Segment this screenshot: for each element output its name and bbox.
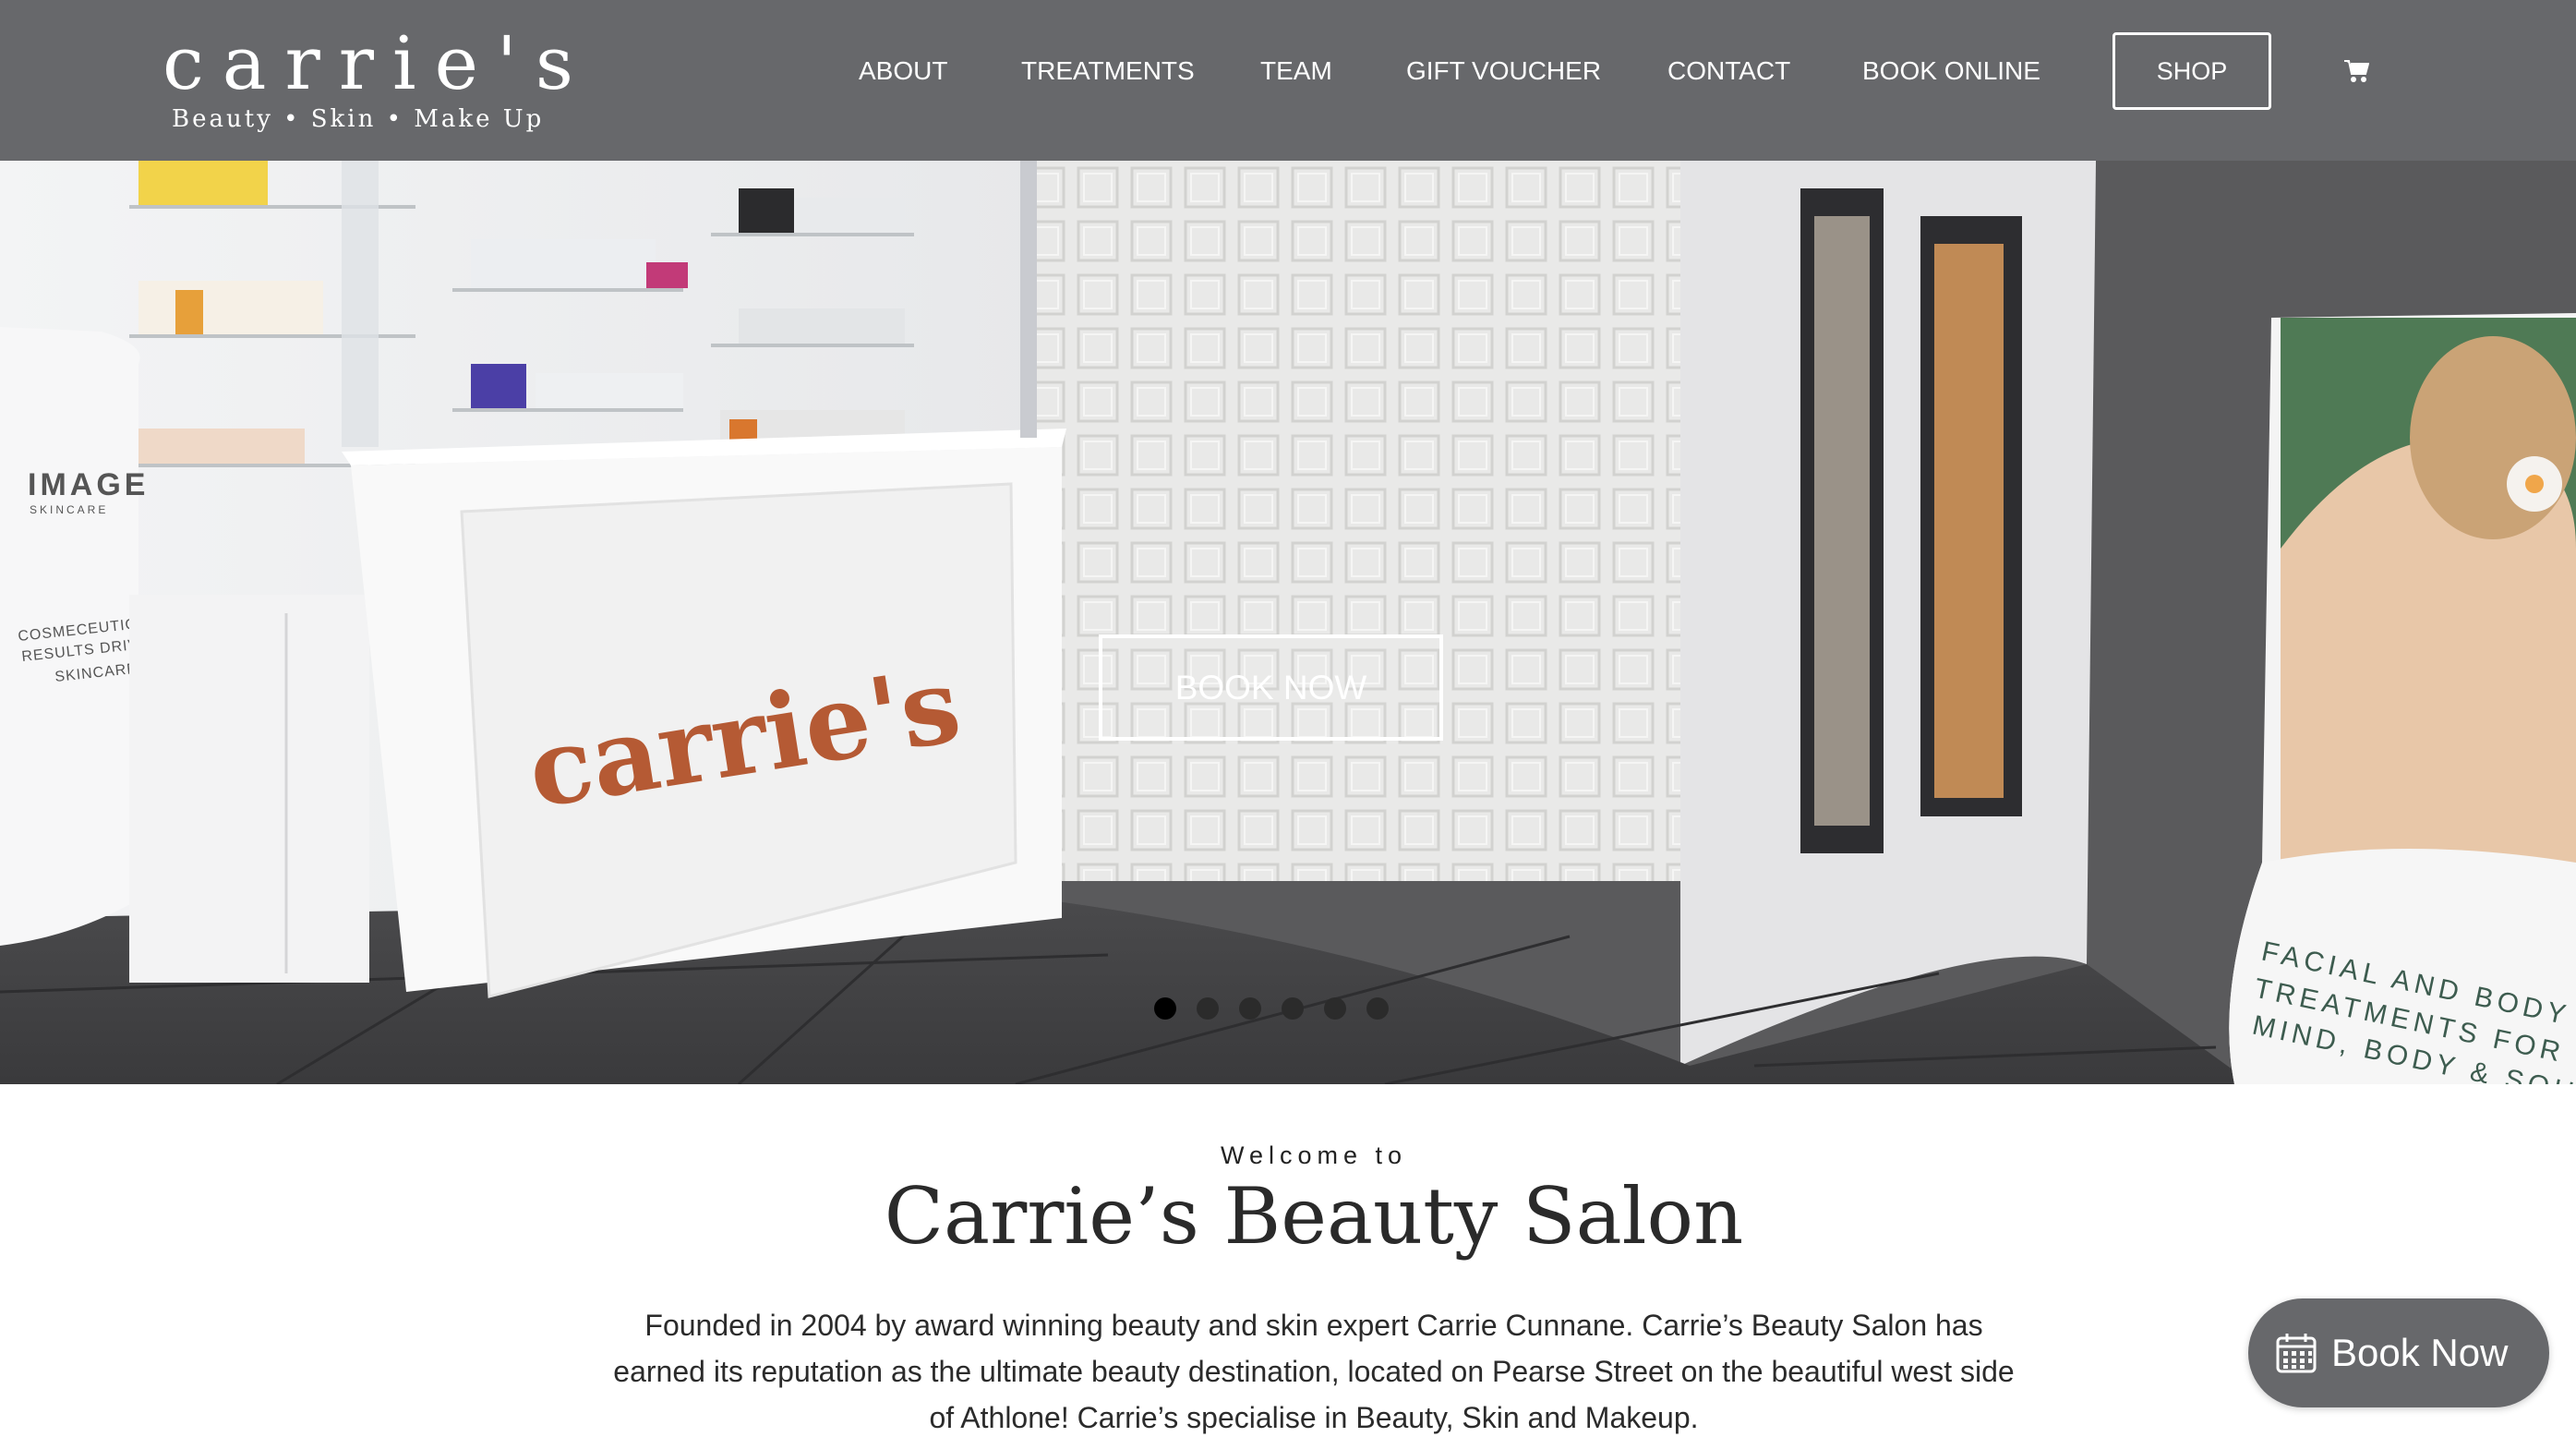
welcome-kicker: Welcome to [1220, 1141, 1408, 1169]
site-header: carrie's Beauty • Skin • Make Up ABOUT T… [0, 0, 2576, 161]
nav-treatments[interactable]: TREATMENTS [1021, 55, 1195, 87]
slider-dot-6[interactable] [1366, 997, 1389, 1020]
shop-button[interactable]: SHOP [2113, 32, 2271, 110]
nav-contact[interactable]: CONTACT [1667, 55, 1790, 87]
floating-book-now-button[interactable]: Book Now [2248, 1298, 2549, 1407]
slider-dot-3[interactable] [1239, 997, 1261, 1020]
calendar-icon [2276, 1334, 2317, 1373]
nav-team[interactable]: TEAM [1260, 55, 1332, 87]
nav-book-online[interactable]: BOOK ONLINE [1862, 55, 2040, 87]
logo[interactable]: carrie's Beauty • Skin • Make Up [163, 13, 573, 151]
nav-gift-voucher[interactable]: GIFT VOUCHER [1406, 55, 1601, 87]
page-title: Carrie’s Beauty Salon [884, 1171, 1744, 1262]
logo-wordmark: carrie's [163, 20, 592, 106]
hero-sign-skincare: SKINCARE [30, 503, 108, 516]
floating-book-now-label: Book Now [2331, 1331, 2509, 1374]
hero-slider: IMAGE SKINCARE COSMECEUTICAL RESULTS DRI… [0, 161, 2576, 1084]
hero-image: IMAGE SKINCARE COSMECEUTICAL RESULTS DRI… [0, 161, 2576, 1084]
logo-tagline: Beauty • Skin • Make Up [172, 105, 545, 133]
cart-icon[interactable] [2343, 59, 2370, 83]
slider-pagination [1154, 997, 1389, 1020]
slider-dot-2[interactable] [1197, 997, 1219, 1020]
slider-dot-1[interactable] [1154, 997, 1176, 1020]
nav-about[interactable]: ABOUT [859, 55, 947, 87]
welcome-description: Founded in 2004 by award winning beauty … [613, 1309, 2015, 1434]
hero-sign-image: IMAGE [28, 467, 149, 502]
hero-book-now-button[interactable]: BOOK NOW [1099, 634, 1443, 741]
slider-dot-4[interactable] [1282, 997, 1304, 1020]
slider-dot-5[interactable] [1324, 997, 1346, 1020]
